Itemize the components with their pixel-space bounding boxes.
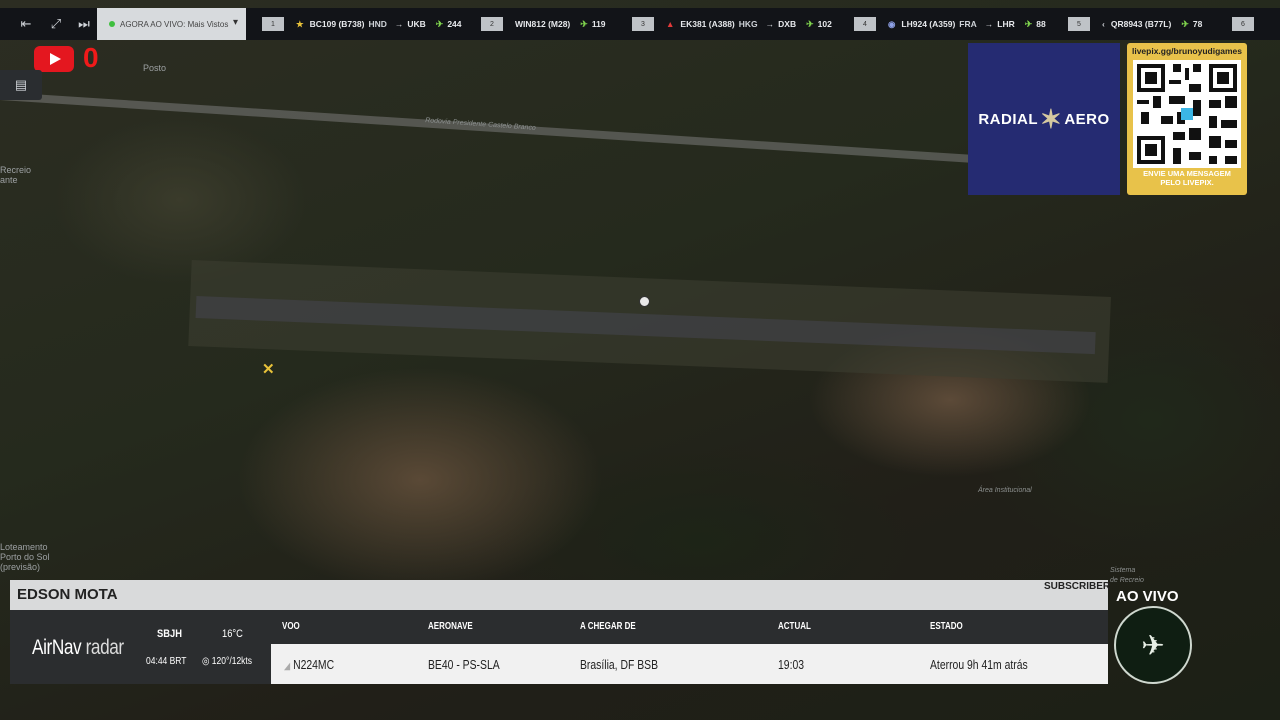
plane-icon: ✈ bbox=[806, 18, 814, 29]
youtube-icon bbox=[34, 46, 74, 72]
wind-value: 120°/12kts bbox=[211, 656, 253, 667]
channel-badge-icon: ✈ bbox=[1114, 606, 1192, 684]
map-label-area: Área Institucional bbox=[978, 487, 1032, 494]
flight-item-5[interactable]: 5 ‹ QR8943 (B77L) ✈ 78 bbox=[1068, 8, 1202, 40]
arrow-icon: → bbox=[765, 19, 775, 29]
flight-rank: 5 bbox=[1068, 17, 1090, 31]
plane-icon: ✈ bbox=[1181, 18, 1189, 29]
now-live-dropdown[interactable]: AGORA AO VIVO: Mais Vistos ▾ bbox=[97, 8, 246, 40]
streamer-name: EDSON MOTA bbox=[17, 586, 118, 603]
cell-voo: ◢ N224MC bbox=[284, 657, 334, 672]
top-flight-bar: ⇤ ⤢ ⏭ AGORA AO VIVO: Mais Vistos ▾ 1 ★ B… bbox=[0, 8, 1280, 40]
qr-message: ENVIE UMA MENSAGEM PELO LIVEPIX. bbox=[1143, 169, 1231, 187]
flight-from: FRA bbox=[959, 19, 977, 29]
airnav-radar-logo: AirNav radar bbox=[32, 636, 124, 660]
header-aeronave: AERONAVE bbox=[428, 621, 473, 632]
header-actual: ACTUAL bbox=[778, 621, 811, 632]
flight-count: 102 bbox=[817, 19, 832, 29]
flight-callsign: BC109 (B738) bbox=[309, 19, 365, 29]
flight-item-1[interactable]: 1 ★ BC109 (B738) HND → UKB ✈ 244 bbox=[262, 8, 462, 40]
arrow-icon: → bbox=[394, 19, 404, 29]
cell-chegar: Brasília, DF BSB bbox=[580, 657, 659, 672]
map-label-posto: Posto bbox=[143, 63, 167, 73]
flight-item-2[interactable]: 2 WIN812 (M28) ✈ 119 bbox=[481, 8, 606, 40]
flight-count: 88 bbox=[1036, 19, 1046, 29]
map-label-sistema: Sistema de Recreio bbox=[1110, 567, 1144, 584]
flight-rank: 3 bbox=[632, 17, 654, 31]
map-label-loteamento: Loteamento Porto do Sol (previsão) bbox=[0, 542, 50, 572]
flight-rank: 4 bbox=[854, 17, 876, 31]
brand-main: AirNav bbox=[32, 636, 82, 659]
flight-rank: 2 bbox=[481, 17, 503, 31]
flight-count: 244 bbox=[447, 19, 462, 29]
flight-to: DXB bbox=[778, 19, 797, 29]
plane-icon: ✈ bbox=[580, 18, 588, 29]
airport-code: SBJH bbox=[157, 628, 182, 640]
flight-count: 78 bbox=[1192, 19, 1203, 29]
aircraft-marker-icon[interactable]: ✕ bbox=[262, 360, 275, 378]
brand-sub: radar bbox=[85, 636, 125, 659]
sponsor-right: AERO bbox=[1064, 110, 1110, 128]
qr-code-icon bbox=[1133, 60, 1241, 168]
expand-icon[interactable]: ⤢ bbox=[42, 8, 70, 40]
map-label-recreio: Recreio ante bbox=[0, 165, 32, 185]
subscribe-label[interactable]: SUBSCRIBER bbox=[1044, 581, 1110, 592]
header-chegar: A CHEGAR DE bbox=[580, 621, 636, 632]
plane-icon: ✈ bbox=[435, 18, 444, 29]
star-icon: ★ bbox=[296, 18, 304, 29]
wind-readout: ◎ 120°/12kts bbox=[202, 656, 252, 667]
qr-url: livepix.gg/brunoyudigames bbox=[1131, 46, 1243, 56]
flight-rank: 1 bbox=[262, 17, 284, 31]
voo-value: N224MC bbox=[293, 657, 335, 672]
flight-from: HND bbox=[368, 19, 387, 29]
flight-callsign: QR8943 (B77L) bbox=[1110, 19, 1172, 29]
radial-aero-logo: RADIAL ✶ AERO bbox=[968, 43, 1120, 195]
panel-header: EDSON MOTA bbox=[10, 580, 1108, 610]
flight-rank: 6 bbox=[1232, 17, 1254, 31]
flight-count: 119 bbox=[591, 19, 606, 29]
globe-icon: ◉ bbox=[888, 18, 896, 29]
cell-actual: 19:03 bbox=[778, 657, 805, 672]
live-label: AO VIVO bbox=[1116, 588, 1179, 605]
plane-icon: ◢ bbox=[284, 661, 291, 672]
livepix-qr-card: livepix.gg/brunoyudigames ENVIE UMA MENS… bbox=[1127, 43, 1247, 195]
header-voo: VOO bbox=[282, 621, 300, 632]
now-live-label: AGORA AO VIVO: Mais Vistos bbox=[120, 19, 229, 29]
compass-star-icon: ✶ bbox=[1040, 103, 1063, 134]
wind-icon: ◎ bbox=[202, 656, 210, 667]
flight-to: UKB bbox=[407, 19, 426, 29]
flag-icon: ‹ bbox=[1102, 19, 1105, 29]
local-time: 04:44 BRT bbox=[146, 656, 187, 667]
header-estado: ESTADO bbox=[930, 621, 963, 632]
alert-icon: ▲ bbox=[666, 19, 675, 29]
cell-estado: Aterrou 9h 41m atrás bbox=[930, 657, 1028, 672]
flight-callsign: EK381 (A388) bbox=[680, 19, 735, 29]
youtube-count: 0 bbox=[83, 42, 99, 73]
cell-aeronave: BE40 - PS-SLA bbox=[428, 657, 500, 672]
flight-item-6[interactable]: 6 bbox=[1232, 8, 1266, 40]
chevron-down-icon: ▾ bbox=[232, 17, 238, 28]
plane-icon: ✈ bbox=[1024, 18, 1033, 29]
flight-callsign: WIN812 (M28) bbox=[515, 19, 571, 29]
map-label-road: Rodovia Presidente Castelo Branco bbox=[424, 117, 537, 132]
arrow-icon: → bbox=[984, 19, 994, 29]
flight-callsign: LH924 (A359) bbox=[901, 19, 956, 29]
skip-icon[interactable]: ⏭ bbox=[70, 8, 98, 40]
flight-from: HKG bbox=[738, 19, 758, 29]
flight-info-panel: EDSON MOTA AirNav radar SBJH 04:44 BRT 1… bbox=[10, 580, 1108, 684]
temperature: 16°C bbox=[222, 628, 243, 640]
list-toggle-icon[interactable]: ▤ bbox=[0, 70, 42, 100]
live-dot-icon bbox=[109, 21, 115, 27]
flight-to: LHR bbox=[997, 19, 1015, 29]
sponsor-left: RADIAL bbox=[978, 110, 1039, 128]
flight-item-3[interactable]: 3 ▲ EK381 (A388) HKG → DXB ✈ 102 bbox=[632, 8, 832, 40]
map-pin-icon[interactable] bbox=[639, 296, 650, 307]
flight-item-4[interactable]: 4 ◉ LH924 (A359) FRA → LHR ✈ 88 bbox=[854, 8, 1046, 40]
collapse-icon[interactable]: ⇤ bbox=[12, 8, 40, 40]
